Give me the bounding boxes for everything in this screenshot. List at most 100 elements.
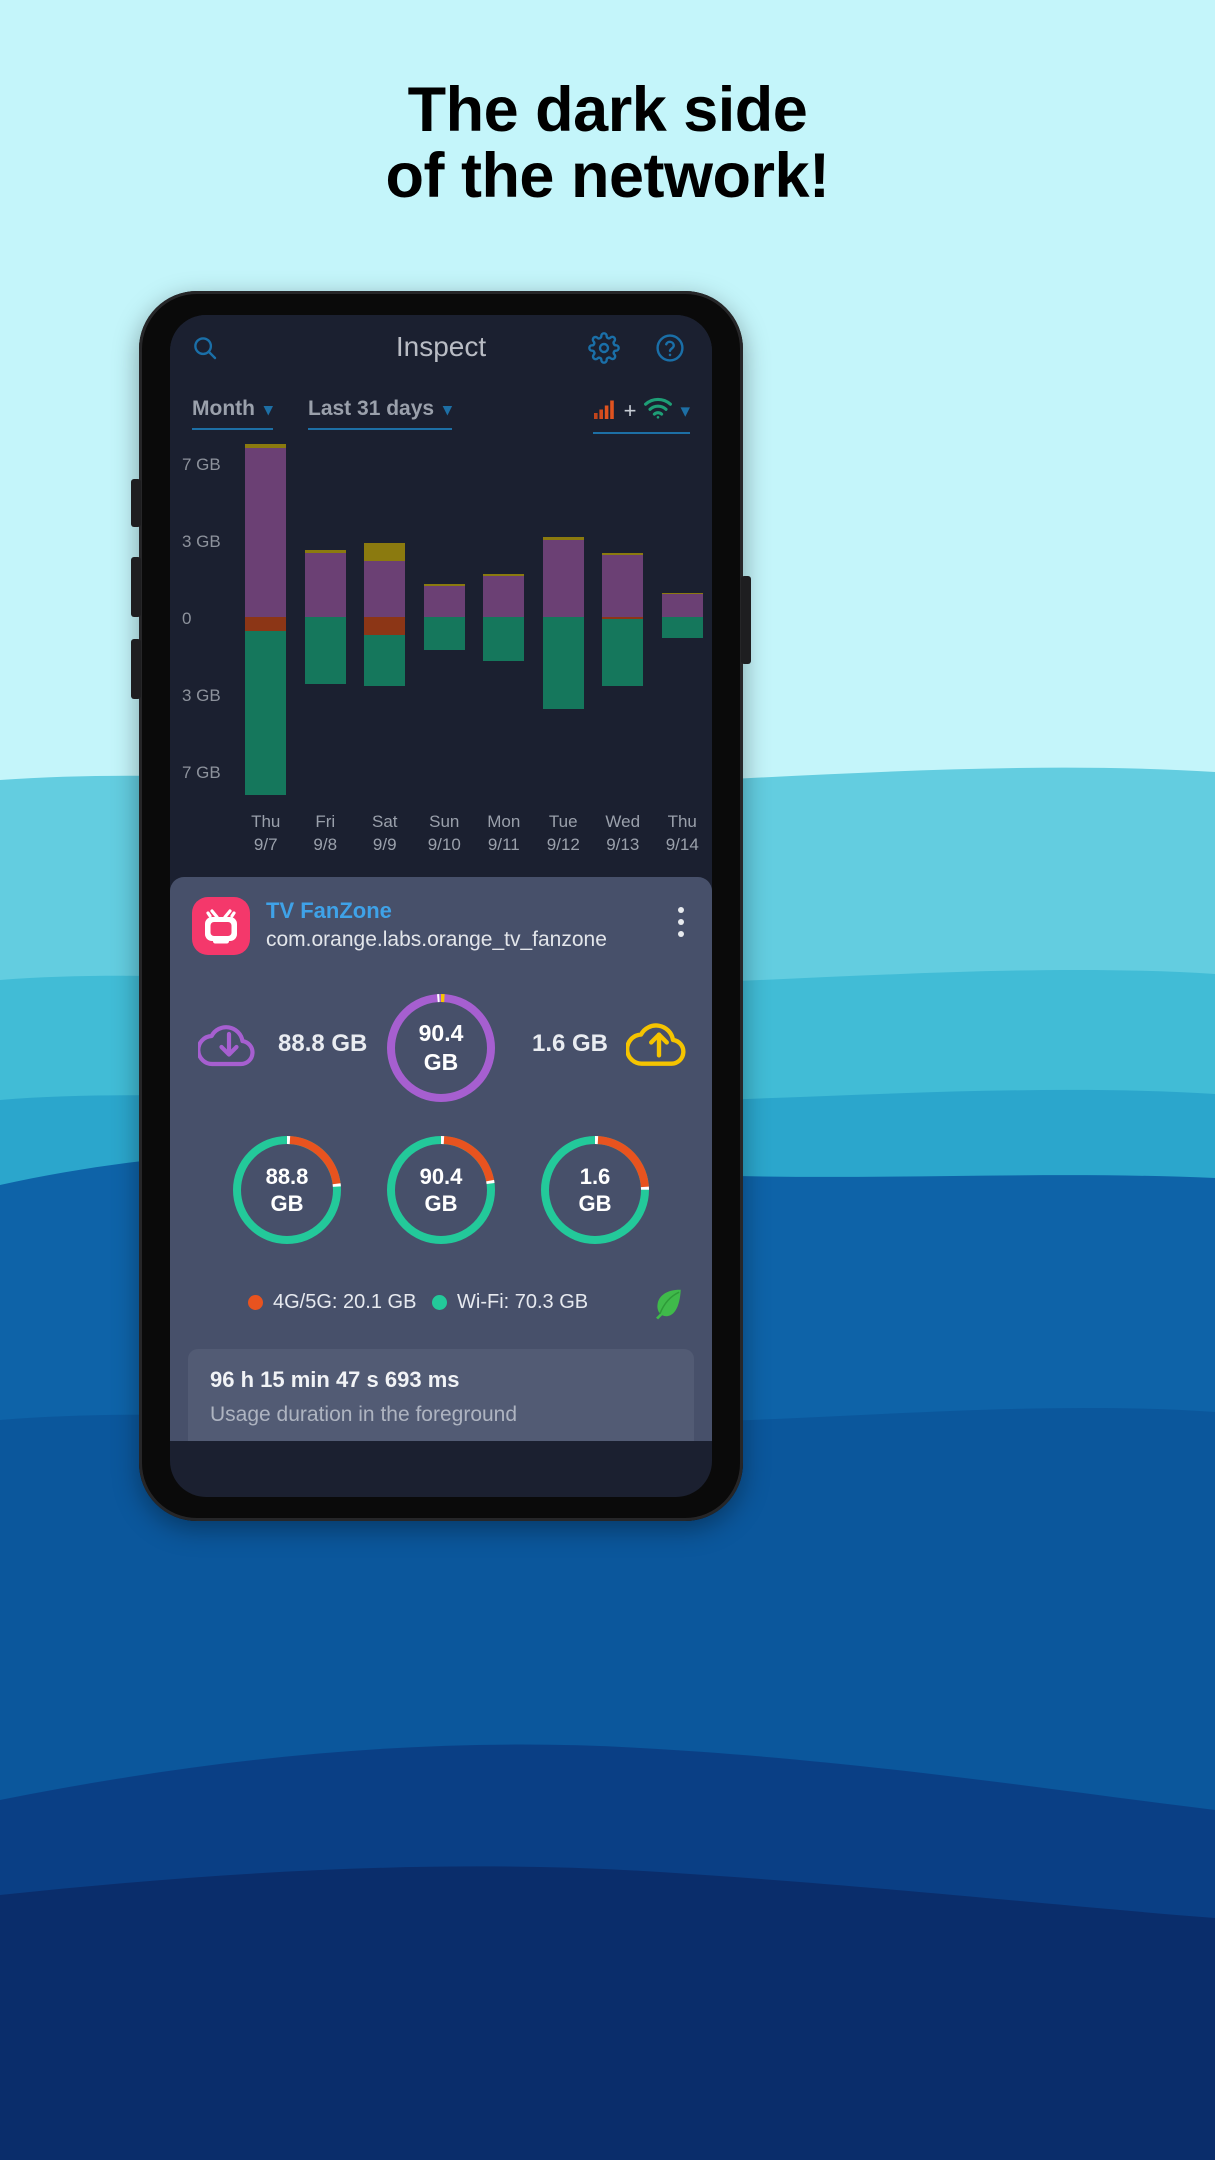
chart-bar[interactable] xyxy=(245,443,287,839)
chevron-down-icon: ▾ xyxy=(443,399,452,419)
bar-segment-upload-mobile xyxy=(483,573,525,576)
usage-bar-chart[interactable]: 7 GB 3 GB 0 3 GB 7 GB Thu 9/7 Fri 9/8 Sat 9/9… xyxy=(170,443,712,877)
cloud-upload-icon xyxy=(624,1017,692,1078)
bar-segment-upload-wifi xyxy=(602,555,644,617)
app-package-label: com.orange.labs.orange_tv_fanzone xyxy=(266,928,607,951)
total-usage-value: 90.4 xyxy=(418,1020,464,1047)
bar-segment-download-wifi xyxy=(542,617,584,710)
donut-value: 90.4 xyxy=(419,1163,463,1189)
usage-donut[interactable]: 1.6 GB xyxy=(536,1131,654,1249)
chevron-down-icon: ▾ xyxy=(680,400,690,422)
app-info-row[interactable]: TV FanZone com.orange.labs.orange_tv_fan… xyxy=(170,877,712,973)
phone-button-left-1 xyxy=(131,479,141,527)
chart-x-label: Fri 9/8 xyxy=(313,812,338,854)
chart-bars xyxy=(236,443,712,839)
period-filter-label: Month xyxy=(192,397,255,420)
legend-item-mobile: 4G/5G: 20.1 GB xyxy=(248,1291,416,1314)
leaf-icon[interactable] xyxy=(650,1285,686,1326)
bar-segment-download-wifi xyxy=(661,617,703,638)
bar-segment-upload-wifi xyxy=(364,560,406,617)
bar-segment-upload-mobile xyxy=(304,550,346,553)
tv-app-icon xyxy=(192,897,250,955)
y-tick-label: 7 GB xyxy=(182,763,221,782)
bar-segment-upload-wifi xyxy=(423,586,465,617)
phone-button-left-3 xyxy=(131,639,141,699)
filter-row: Month ▾ Last 31 days ▾ + ▾ xyxy=(170,387,712,445)
total-usage-ring: 90.4 GB xyxy=(382,989,500,1107)
donut-value: 1.6 xyxy=(579,1163,611,1189)
usage-duration-panel[interactable]: 96 h 15 min 47 s 693 ms Usage duration i… xyxy=(188,1349,694,1441)
chart-x-label: Sun 9/10 xyxy=(427,812,461,854)
headline-line-1: The dark side xyxy=(407,75,808,145)
legend-color-dot xyxy=(432,1295,447,1310)
help-circle-icon[interactable] xyxy=(654,332,686,369)
period-filter-dropdown[interactable]: Month ▾ xyxy=(192,397,273,430)
bar-segment-download-wifi xyxy=(245,631,287,796)
usage-duration-value: 96 h 15 min 47 s 693 ms xyxy=(210,1367,460,1392)
bar-segment-upload-wifi xyxy=(304,552,346,617)
phone-mockup: Inspect Month ▾ Last 31 days ▾ + ▾ 7 GB … xyxy=(131,291,751,1521)
bar-segment-upload-mobile xyxy=(661,592,703,594)
chart-x-label: Thu 9/7 xyxy=(251,812,281,854)
chart-bar[interactable] xyxy=(661,445,703,839)
bar-segment-upload-wifi xyxy=(542,540,584,617)
y-tick-label: 0 xyxy=(182,609,192,628)
bar-segment-upload-wifi xyxy=(661,593,703,617)
bar-segment-upload-mobile xyxy=(423,584,465,587)
legend-color-dot xyxy=(248,1295,263,1310)
chart-legend: 4G/5G: 20.1 GB Wi-Fi: 70.3 GB xyxy=(170,1273,712,1335)
chart-x-label: Wed 9/13 xyxy=(605,812,641,854)
bar-segment-download-wifi xyxy=(423,617,465,651)
plus-icon: + xyxy=(623,398,637,423)
phone-button-left-2 xyxy=(131,557,141,617)
usage-donut[interactable]: 90.4 GB xyxy=(382,1131,500,1249)
bar-segment-upload-mobile xyxy=(364,542,406,561)
bar-segment-upload-mobile xyxy=(245,443,287,448)
donut-value: 88.8 xyxy=(265,1163,309,1189)
usage-duration-label: Usage duration in the foreground xyxy=(210,1403,518,1426)
chart-bar[interactable] xyxy=(423,445,465,839)
network-filter-dropdown[interactable]: + ▾ xyxy=(592,397,690,434)
total-usage-unit: GB xyxy=(423,1049,459,1075)
bar-segment-download-mobile xyxy=(364,617,406,635)
upload-total-value: 1.6 GB xyxy=(531,1030,608,1057)
usage-stats-row: 88.8 GB 90.4 GB 1.6 GB xyxy=(170,973,712,1123)
y-tick-label: 3 GB xyxy=(182,686,221,705)
chart-bar[interactable] xyxy=(542,445,584,839)
legend-label-mobile: 4G/5G: 20.1 GB xyxy=(273,1291,417,1313)
phone-power-button xyxy=(741,576,751,664)
chart-bar[interactable] xyxy=(483,445,525,839)
chart-x-label: Thu 9/14 xyxy=(665,812,699,854)
range-filter-dropdown[interactable]: Last 31 days ▾ xyxy=(308,397,452,430)
phone-screen: Inspect Month ▾ Last 31 days ▾ + ▾ 7 GB … xyxy=(170,315,712,1497)
donut-unit: GB xyxy=(270,1191,304,1216)
bar-segment-upload-wifi xyxy=(483,575,525,617)
bar-segment-download-wifi xyxy=(364,634,406,687)
chart-bar[interactable] xyxy=(364,445,406,839)
bar-segment-download-wifi xyxy=(602,619,644,686)
chart-plot-area xyxy=(236,443,712,839)
gear-icon[interactable] xyxy=(588,332,620,369)
usage-donut[interactable]: 88.8 GB xyxy=(228,1131,346,1249)
chart-x-label: Sat 9/9 xyxy=(371,812,398,854)
app-name-label: TV FanZone xyxy=(266,898,392,923)
bar-segment-download-wifi xyxy=(304,617,346,684)
app-header: Inspect xyxy=(170,315,712,387)
bar-segment-download-wifi xyxy=(483,617,525,661)
bar-segment-upload-mobile xyxy=(542,537,584,540)
y-tick-label: 3 GB xyxy=(182,532,221,551)
chart-x-label: Mon 9/11 xyxy=(487,812,521,854)
wifi-icon xyxy=(643,397,673,425)
bar-segment-download-mobile xyxy=(245,617,287,632)
chart-bar[interactable] xyxy=(304,445,346,839)
kebab-menu-icon[interactable] xyxy=(678,907,684,943)
chart-x-axis-labels: Thu 9/7 Fri 9/8 Sat 9/9 Sun 9/10 Mon 9/11 Tue 9/12 W… xyxy=(236,811,712,869)
headline-line-2: of the network! xyxy=(385,140,831,211)
page-title: The dark side of the network! xyxy=(0,75,1215,211)
donut-unit: GB xyxy=(578,1191,612,1216)
chart-x-label: Tue 9/12 xyxy=(546,812,580,854)
chart-bar[interactable] xyxy=(602,445,644,839)
signal-bars-icon xyxy=(593,398,617,425)
bar-segment-upload-mobile xyxy=(602,552,644,556)
download-total-value: 88.8 GB xyxy=(278,1030,368,1057)
